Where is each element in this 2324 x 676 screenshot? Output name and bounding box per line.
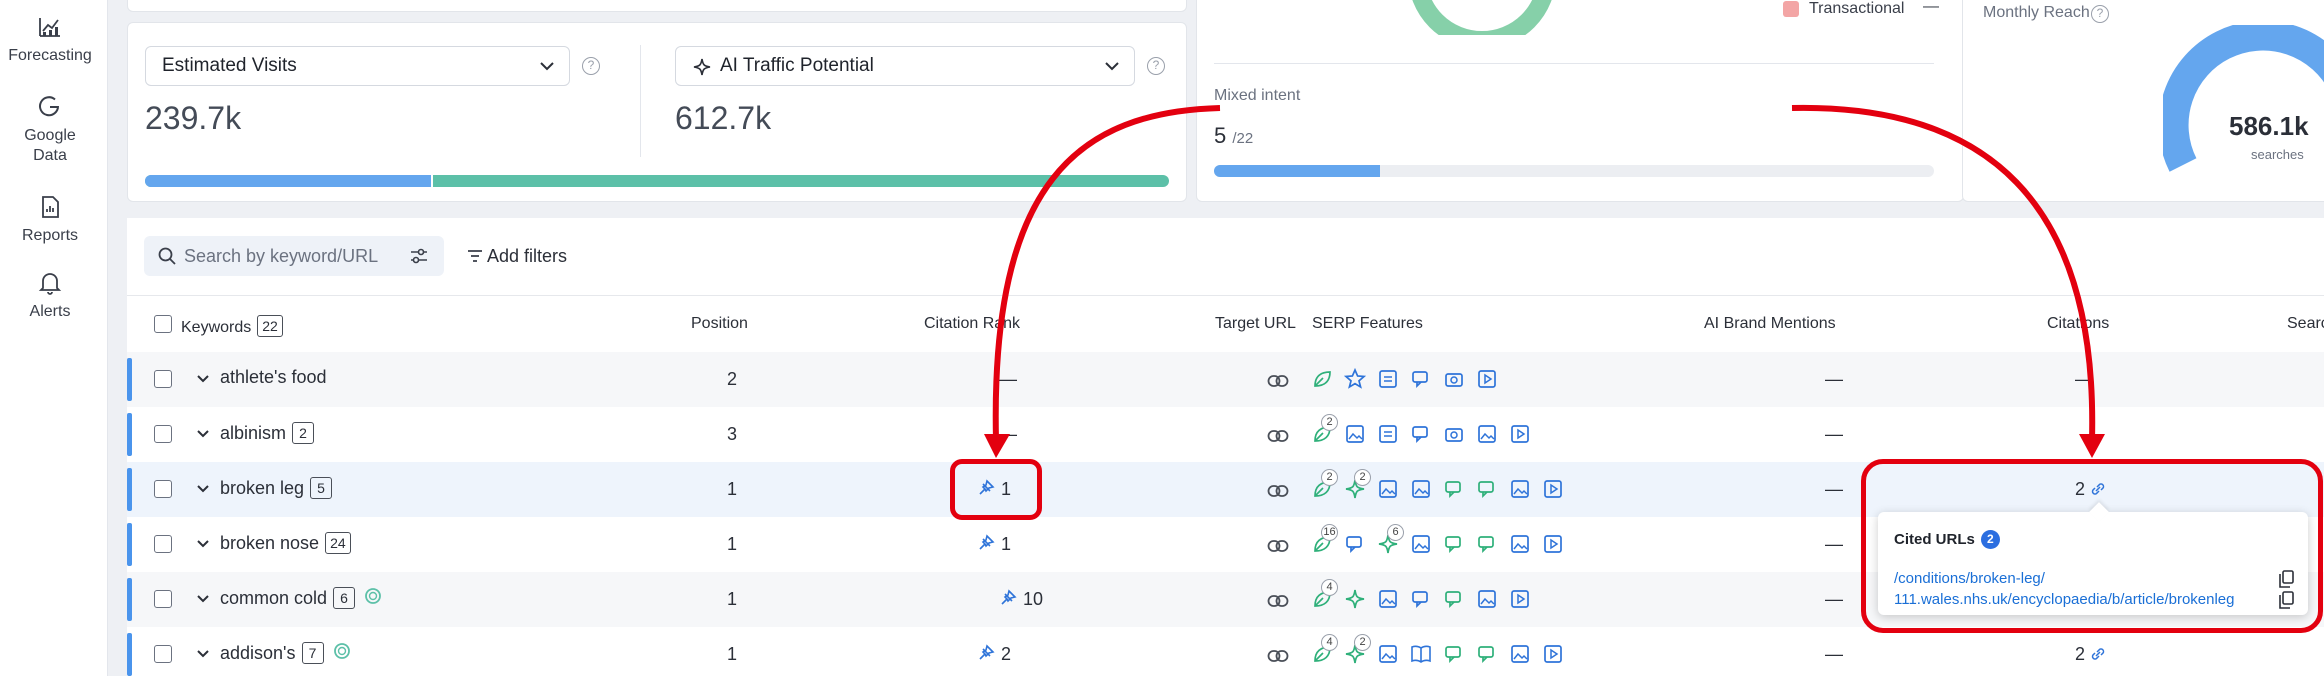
annotation-arrow-right — [1791, 104, 2096, 441]
annotation-arrow-left — [992, 105, 1221, 441]
annotation-arrowhead-left — [984, 434, 1010, 458]
annotation-arrows — [984, 104, 2105, 458]
annotation-arrowhead-right — [2079, 434, 2105, 458]
